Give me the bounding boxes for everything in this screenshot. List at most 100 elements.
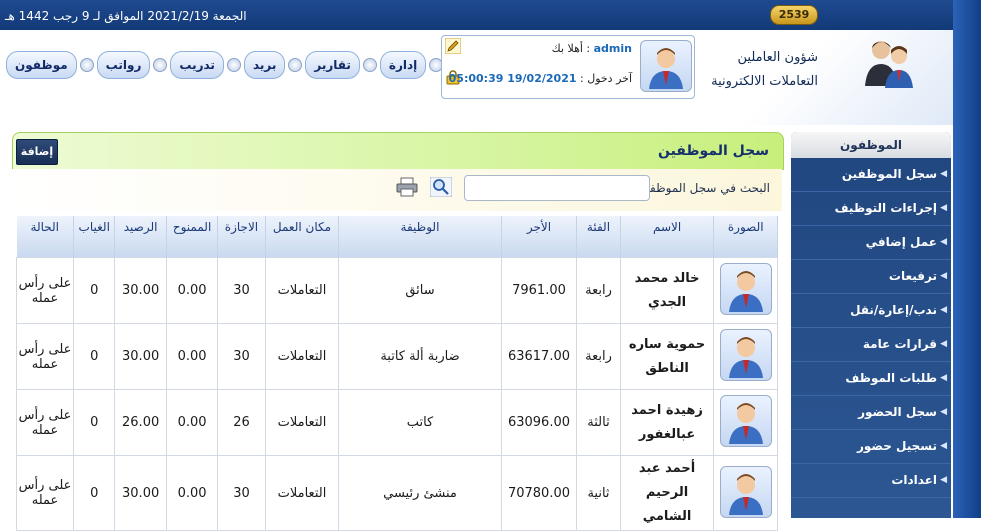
- employee-photo[interactable]: [713, 389, 778, 456]
- add-button[interactable]: إضافة: [16, 139, 58, 165]
- system-name-line2: التعاملات الالكترونية: [711, 74, 818, 89]
- col-grade: الفئة: [576, 216, 621, 258]
- sidebar-item-label: ترفيعات: [888, 269, 937, 283]
- system-name-line1: شؤون العاملين: [737, 50, 818, 65]
- table-row[interactable]: خالد محمد الجدي رابعة 7961.00 سائق التعام…: [15, 257, 778, 324]
- sidebar-item-label: اعدادات: [891, 473, 937, 487]
- employee-workplace: التعاملات: [264, 323, 340, 390]
- employee-salary: 63617.00: [500, 323, 578, 390]
- col-balance: الرصيد: [114, 216, 167, 258]
- sidebar-item-promotions[interactable]: ◀ ترفيعات: [791, 260, 951, 294]
- user-avatar-icon: [649, 48, 683, 89]
- employee-absence: 0: [73, 323, 116, 390]
- welcome-label: أهلا بك :: [551, 42, 591, 55]
- nav-dot-icon: [153, 58, 168, 72]
- nav-admin-button[interactable]: إدارة: [379, 51, 427, 79]
- sidebar-item-settings[interactable]: ◀ اعدادات: [791, 464, 951, 498]
- sidebar-item-employee-record[interactable]: ◀ سجل الموظفين: [791, 158, 951, 192]
- nav-item-mail[interactable]: بريد: [243, 51, 305, 79]
- col-status: الحالة: [16, 216, 75, 258]
- table-row[interactable]: زهيدة احمد عبالغفور ثالثة 63096.00 كاتب ا…: [15, 389, 778, 456]
- employee-photo[interactable]: [713, 257, 778, 324]
- people-logo-icon: [865, 41, 913, 88]
- status-line2: عمله: [31, 290, 59, 306]
- employee-granted: 0.00: [165, 455, 219, 531]
- sidebar-item-attendance-entry[interactable]: ◀ تسجيل حضور: [791, 430, 951, 464]
- employee-name-line2: الجدي: [648, 294, 687, 310]
- sidebar-item-label: طلبات الموظف: [845, 371, 937, 385]
- sidebar-item-attendance-record[interactable]: ◀ سجل الحضور: [791, 396, 951, 430]
- employee-grade: رابعة: [576, 257, 621, 324]
- col-name: الاسم: [620, 216, 715, 258]
- sidebar-item-employee-requests[interactable]: ◀ طلبات الموظف: [791, 362, 951, 396]
- caret-left-icon: ◀: [940, 407, 947, 417]
- employee-name[interactable]: أحمد عبد الرحيم الشامي: [619, 455, 715, 531]
- nav-training-button[interactable]: تدريب: [170, 51, 224, 79]
- sidebar-item-overtime[interactable]: ◀ عمل إضافي: [791, 226, 951, 260]
- employee-leave: 26: [217, 389, 266, 456]
- employee-photo[interactable]: [713, 323, 778, 390]
- nav-dot-icon: [288, 58, 303, 72]
- employee-salary: 7961.00: [500, 257, 578, 324]
- nav-item-admin[interactable]: إدارة: [379, 51, 446, 79]
- table-header-row: الصورة الاسم الفئة الأجر الوظيفة مكان ال…: [16, 216, 778, 258]
- employee-workplace: التعاملات: [264, 257, 340, 324]
- sidebar-item-transfer[interactable]: ◀ ندب/إعارة/نقل: [791, 294, 951, 328]
- search-input[interactable]: [464, 175, 650, 201]
- employee-job: سائق: [338, 257, 502, 324]
- col-granted: الممنوح: [166, 216, 219, 258]
- caret-left-icon: ◀: [940, 441, 947, 451]
- employee-table: الصورة الاسم الفئة الأجر الوظيفة مكان ال…: [15, 216, 778, 531]
- col-salary: الأجر: [501, 216, 578, 258]
- nav-employees-button[interactable]: موظفون: [6, 51, 77, 79]
- caret-left-icon: ◀: [940, 237, 947, 247]
- print-icon[interactable]: [396, 177, 418, 197]
- sidebar-item-general-decisions[interactable]: ◀ قرارات عامة: [791, 328, 951, 362]
- employee-avatar-icon: [728, 337, 763, 378]
- caret-left-icon: ◀: [940, 475, 947, 485]
- main-content: سجل الموظفين إضافة البحث في سجل الموظفين…: [12, 132, 784, 531]
- nav-item-reports[interactable]: تقارير: [305, 51, 380, 79]
- last-login-label: آخر دخول :: [580, 72, 632, 85]
- nav-item-salaries[interactable]: رواتب: [96, 51, 171, 79]
- employee-name-line2: عبالغفور: [638, 426, 696, 442]
- col-photo: الصورة: [713, 216, 778, 258]
- employee-name-line1: حموية ساره: [628, 336, 706, 352]
- nav-salaries-button[interactable]: رواتب: [96, 51, 151, 79]
- nav-dot-icon: [226, 58, 241, 72]
- employee-name[interactable]: زهيدة احمد عبالغفور: [619, 389, 715, 456]
- employee-status: على رأس عمله: [15, 323, 75, 390]
- employee-avatar-icon: [728, 473, 763, 515]
- nav-item-training[interactable]: تدريب: [170, 51, 244, 79]
- status-line1: على رأس: [18, 478, 72, 493]
- employee-salary: 63096.00: [500, 389, 578, 456]
- employee-grade: ثانية: [576, 455, 621, 531]
- employee-photo[interactable]: [713, 455, 778, 531]
- employee-status: على رأس عمله: [15, 455, 75, 531]
- nav-mail-button[interactable]: بريد: [243, 51, 286, 79]
- employee-name[interactable]: حموية ساره الناطق: [619, 323, 715, 390]
- sidebar-item-label: عمل إضافي: [865, 235, 937, 249]
- caret-left-icon: ◀: [940, 203, 947, 213]
- employee-absence: 0: [73, 455, 116, 531]
- nav-reports-button[interactable]: تقارير: [305, 51, 360, 79]
- search-icon[interactable]: [430, 177, 452, 197]
- employee-leave: 30: [217, 455, 266, 531]
- employee-status: على رأس عمله: [15, 257, 75, 324]
- last-login-value: 19/02/2021 05:00:39: [448, 72, 577, 85]
- employee-status: على رأس عمله: [15, 389, 75, 456]
- edit-icon[interactable]: [445, 38, 461, 54]
- employee-name[interactable]: خالد محمد الجدي: [619, 257, 715, 324]
- sidebar-item-label: سجل الحضور: [858, 405, 937, 419]
- employee-workplace: التعاملات: [264, 389, 340, 456]
- table-row[interactable]: حموية ساره الناطق رابعة 63617.00 ضاربة أل…: [15, 323, 778, 390]
- counter-badge: 2539: [770, 5, 818, 25]
- sidebar-item-label: إجراءات التوظيف: [834, 201, 937, 215]
- col-absence: الغياب: [73, 216, 116, 258]
- table-row[interactable]: أحمد عبد الرحيم الشامي ثانية 70780.00 منش…: [15, 455, 778, 531]
- caret-left-icon: ◀: [940, 305, 947, 315]
- employee-grade: رابعة: [576, 323, 621, 390]
- nav-item-employees[interactable]: موظفون: [6, 51, 97, 79]
- sidebar-item-hiring-procedures[interactable]: ◀ إجراءات التوظيف: [791, 192, 951, 226]
- status-line1: على رأس: [18, 341, 72, 357]
